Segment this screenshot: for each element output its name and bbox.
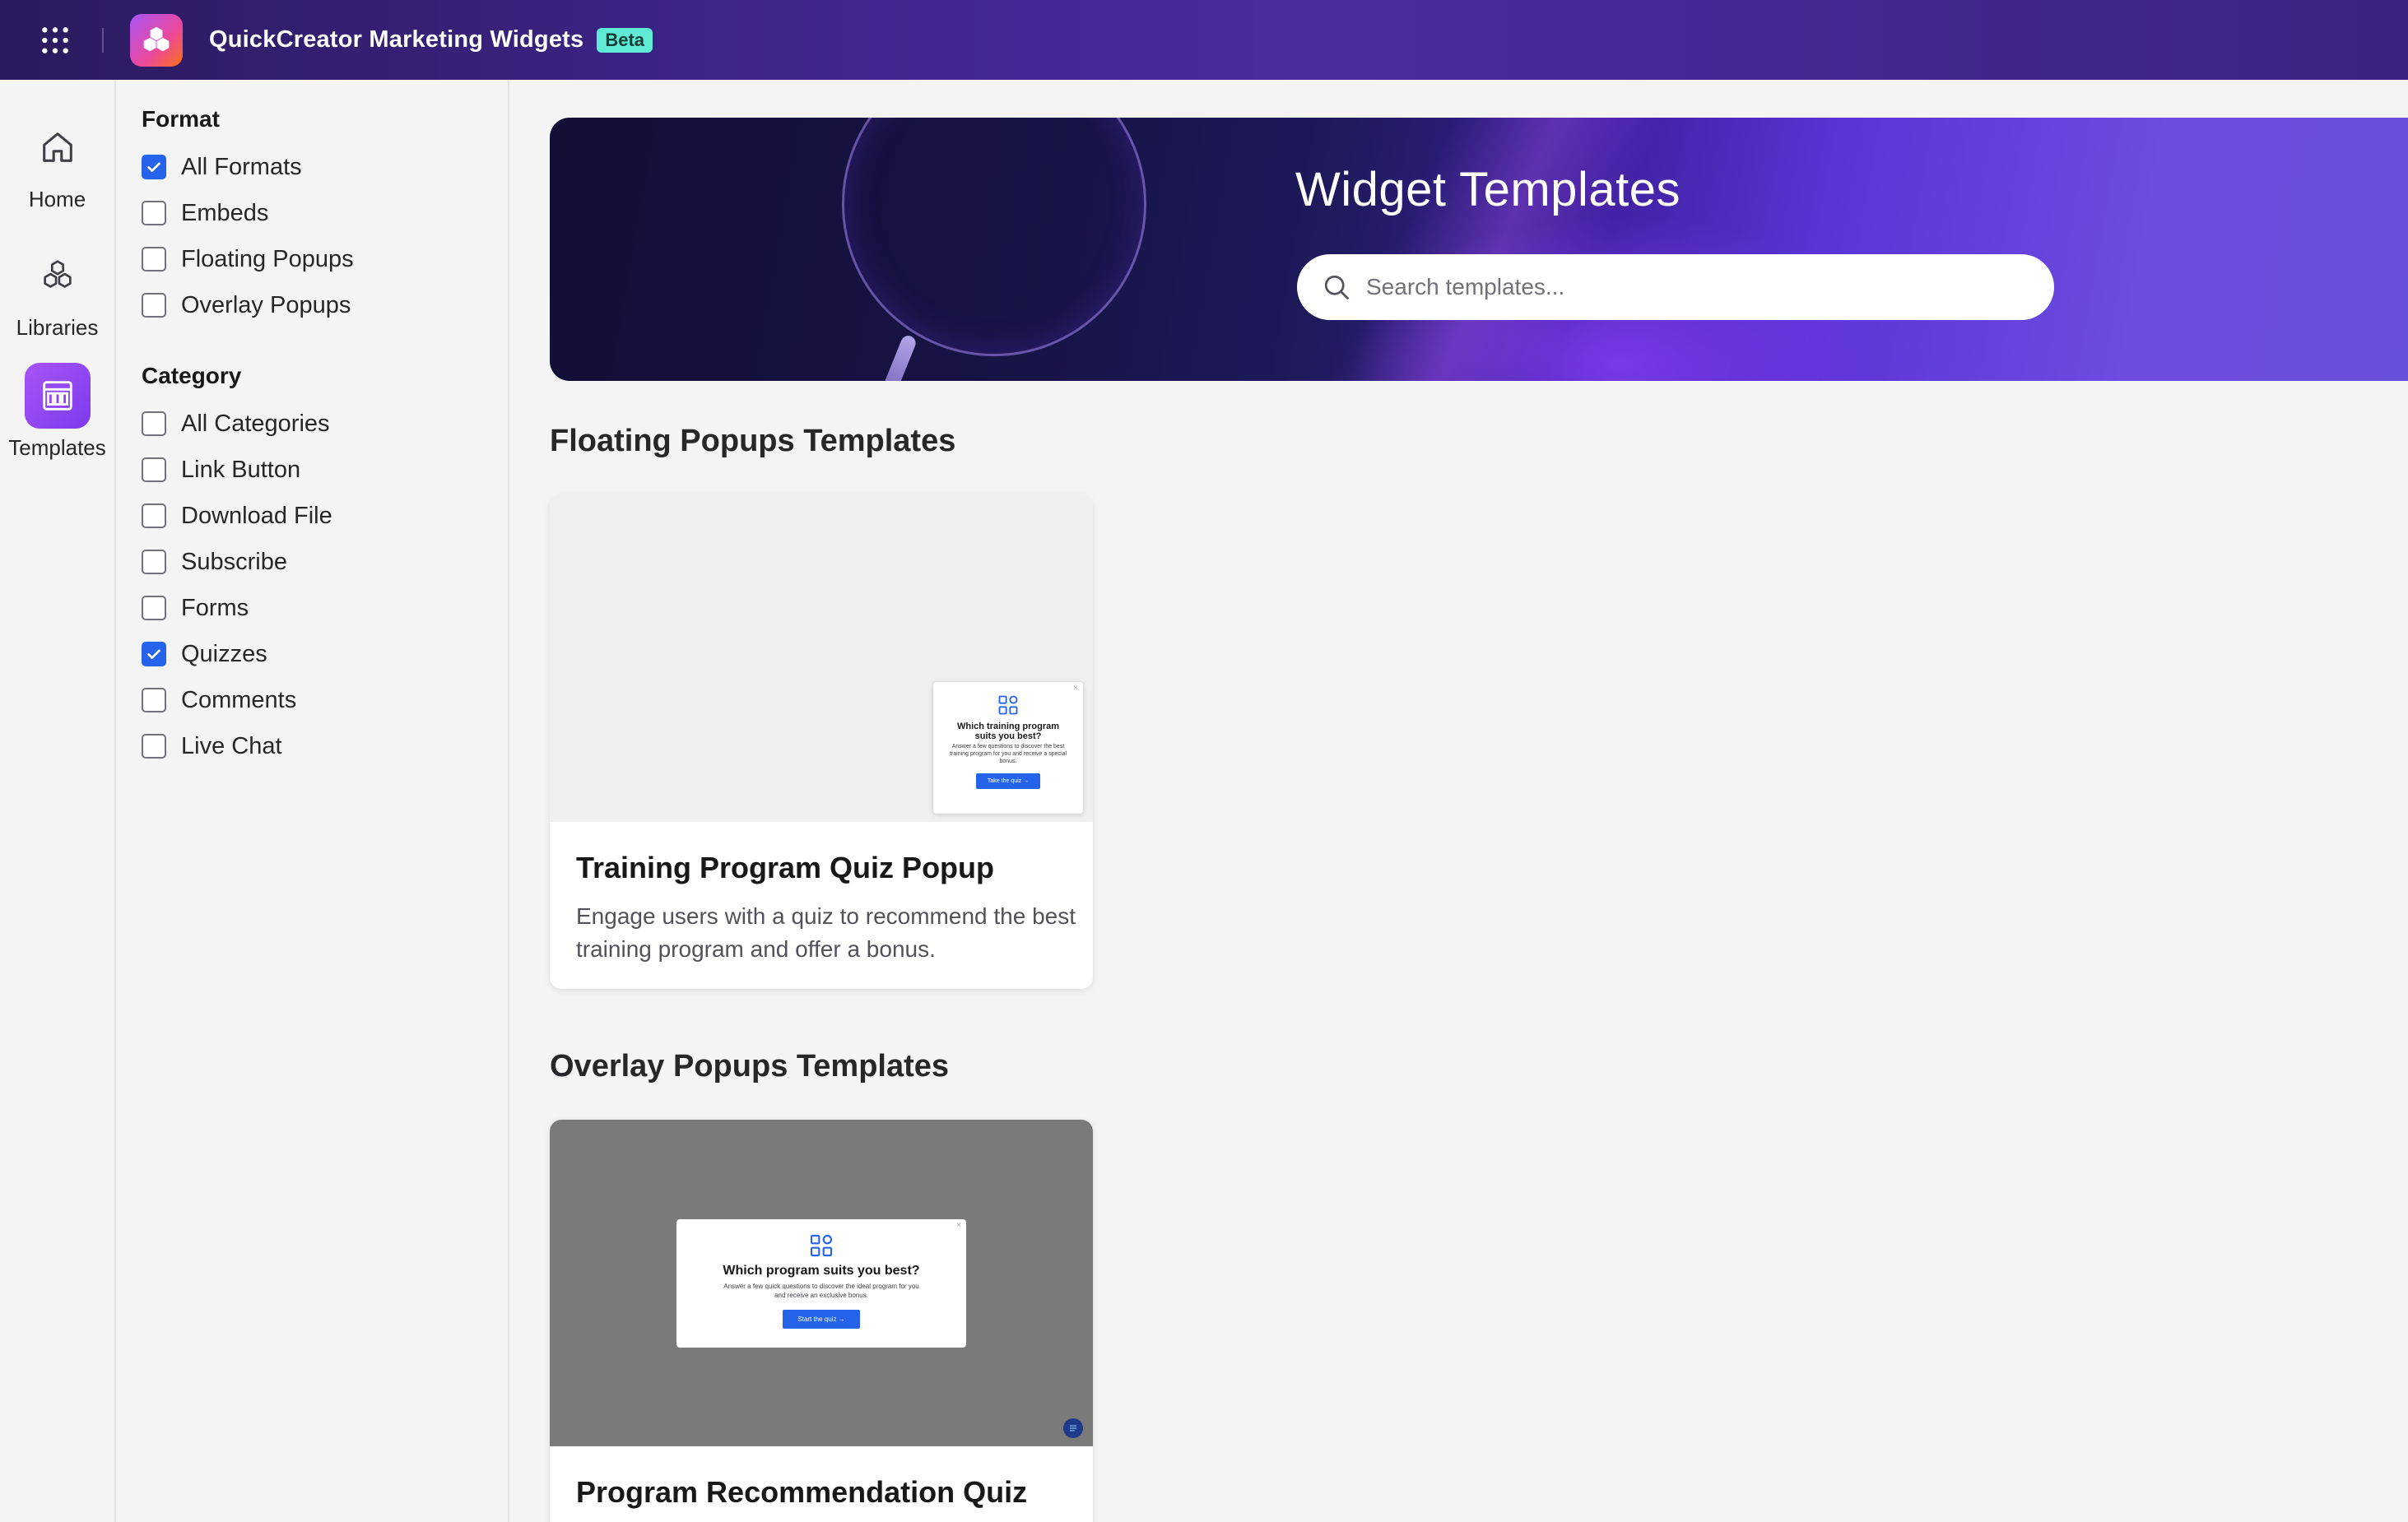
preview-quiz-button: Start the quiz → <box>783 1310 860 1329</box>
quiz-grid-icon <box>998 695 1018 715</box>
app-logo[interactable] <box>130 13 183 67</box>
filter-category-download-file[interactable]: Download File <box>142 499 332 532</box>
grid-dots-icon <box>42 26 68 53</box>
hero-banner: Widget Templates <box>550 118 2408 381</box>
checkbox[interactable] <box>142 411 166 436</box>
checkbox[interactable] <box>142 688 166 712</box>
option-label: Forms <box>181 594 249 621</box>
filter-panel: Format All Formats Embeds Floating Popup… <box>116 80 509 1522</box>
template-card[interactable]: × Which training program suits you best?… <box>550 495 1093 989</box>
search-bar[interactable] <box>1297 254 2054 320</box>
filter-category-subscribe[interactable]: Subscribe <box>142 545 287 578</box>
filter-category-forms[interactable]: Forms <box>142 592 249 624</box>
preview-text: Answer a few questions to discover the b… <box>949 744 1067 764</box>
preview-quiz-button: Take the quiz → <box>975 773 1041 789</box>
nav-label-libraries: Libraries <box>16 315 99 340</box>
checkbox[interactable] <box>142 201 166 225</box>
preview-overlay-popup: × Which program suits you best? Answer a… <box>676 1219 966 1348</box>
cubes-icon <box>25 243 91 309</box>
option-label: Floating Popups <box>181 245 354 272</box>
card-preview: × Which program suits you best? Answer a… <box>550 1120 1093 1446</box>
app-launcher-button[interactable] <box>0 0 110 80</box>
search-icon <box>1324 275 1349 299</box>
section-title-floating-popups: Floating Popups Templates <box>550 424 956 458</box>
preview-heading: Which program suits you best? <box>723 1264 920 1278</box>
template-icon <box>24 363 91 429</box>
checkbox[interactable] <box>142 457 166 482</box>
close-icon: × <box>1073 684 1078 693</box>
option-label: Subscribe <box>181 548 287 575</box>
checkbox[interactable] <box>142 247 166 271</box>
beta-badge: Beta <box>597 27 653 53</box>
checkbox[interactable] <box>142 596 166 620</box>
option-label: Quizzes <box>181 640 267 667</box>
magnifier-lens-decoration <box>842 118 1146 356</box>
option-label: All Categories <box>181 410 330 437</box>
checkbox[interactable] <box>142 550 166 574</box>
checkbox-checked[interactable] <box>142 155 166 179</box>
option-label: Overlay Popups <box>181 291 351 318</box>
chat-bubble-icon <box>1063 1418 1083 1438</box>
preview-floating-popup: × Which training program suits you best?… <box>933 682 1083 814</box>
filter-format-embeds[interactable]: Embeds <box>142 197 268 230</box>
option-label: All Formats <box>181 153 302 180</box>
format-heading: Format <box>142 106 220 132</box>
option-label: Link Button <box>181 456 301 483</box>
preview-text: Answer a few quick questions to discover… <box>723 1283 919 1299</box>
filter-format-overlay-popups[interactable]: Overlay Popups <box>142 289 351 322</box>
filter-format-floating-popups[interactable]: Floating Popups <box>142 243 354 276</box>
checkbox-checked[interactable] <box>142 642 166 666</box>
nav-item-templates[interactable]: Templates <box>0 363 114 461</box>
quiz-grid-icon <box>810 1234 833 1257</box>
filter-format-all[interactable]: All Formats <box>142 151 302 183</box>
filter-category-quizzes[interactable]: Quizzes <box>142 638 267 671</box>
cubes-logo-icon <box>143 26 170 51</box>
category-heading: Category <box>142 363 242 388</box>
preview-heading: Which training program suits you best? <box>956 722 1060 741</box>
checkbox[interactable] <box>142 734 166 759</box>
nav-item-home[interactable]: Home <box>0 114 114 212</box>
option-label: Download File <box>181 502 332 529</box>
topbar-divider <box>102 27 104 53</box>
nav-label-templates: Templates <box>8 435 106 460</box>
option-label: Live Chat <box>181 732 282 759</box>
card-title: Training Program Quiz Popup <box>576 851 995 884</box>
app-title: QuickCreator Marketing Widgets <box>209 26 584 53</box>
check-icon <box>147 649 160 659</box>
light-flare-decoration <box>1175 118 1751 381</box>
check-icon <box>147 162 160 172</box>
page-title: Widget Templates <box>1295 163 1680 216</box>
top-bar: QuickCreator Marketing Widgets Beta <box>0 0 2408 80</box>
magnifier-handle-decoration <box>854 333 918 381</box>
filter-category-comments[interactable]: Comments <box>142 684 296 717</box>
checkbox[interactable] <box>142 503 166 528</box>
option-label: Embeds <box>181 199 269 226</box>
home-icon <box>25 114 91 180</box>
filter-category-all[interactable]: All Categories <box>142 407 330 440</box>
close-icon: × <box>956 1221 961 1230</box>
section-title-overlay-popups: Overlay Popups Templates <box>550 1049 950 1083</box>
card-preview: × Which training program suits you best?… <box>550 495 1093 822</box>
filter-category-link-button[interactable]: Link Button <box>142 453 300 486</box>
template-card[interactable]: × Which program suits you best? Answer a… <box>550 1120 1093 1522</box>
checkbox[interactable] <box>142 293 166 318</box>
search-input[interactable] <box>1366 274 2024 300</box>
card-description: Engage users with a quiz to recommend th… <box>576 903 1076 962</box>
option-label: Comments <box>181 686 297 713</box>
nav-item-libraries[interactable]: Libraries <box>0 243 114 341</box>
filter-category-live-chat[interactable]: Live Chat <box>142 730 282 763</box>
left-nav-rail: Home Libraries Templates <box>0 80 116 1522</box>
nav-label-home: Home <box>28 187 86 211</box>
main-content: Widget Templates Floating Popups Templat… <box>511 80 2408 1522</box>
card-title: Program Recommendation Quiz <box>576 1475 1028 1509</box>
